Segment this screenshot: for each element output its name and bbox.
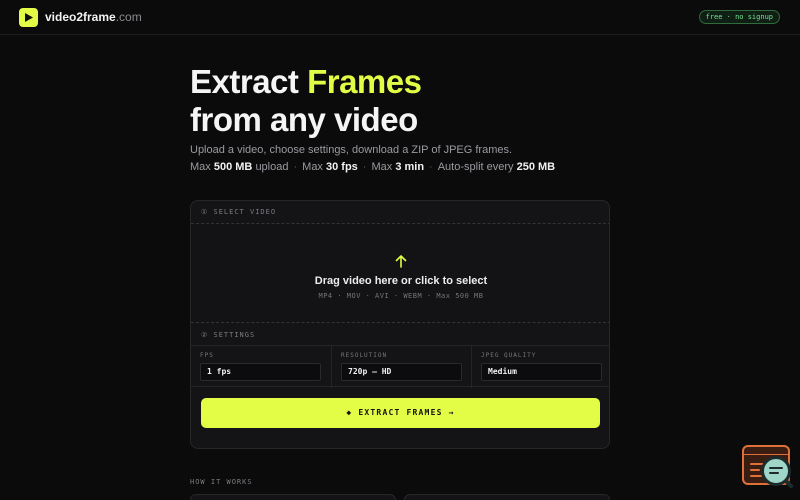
how-it-works-label: HOW IT WORKS xyxy=(190,478,253,486)
limit-item: Max 3 min xyxy=(371,161,425,173)
extract-frames-button[interactable]: ◆ EXTRACT FRAMES → xyxy=(201,398,600,428)
how-step-card xyxy=(190,494,396,500)
limit-item: Max 30 fps xyxy=(302,161,358,173)
title-line2: from any video xyxy=(190,101,418,138)
quality-setting: JPEG QUALITY Medium xyxy=(471,346,609,388)
limits-line: Max 500 MB upload · Max 30 fps · Max 3 min · A… xyxy=(190,161,556,173)
magnifier-handle xyxy=(784,479,794,489)
page-title: Extract Frames from any video xyxy=(190,63,422,139)
limit-item: Max 500 MB upload xyxy=(190,161,289,173)
fps-label: FPS xyxy=(200,352,214,359)
extract-card: ① SELECT VIDEO Drag video here or click … xyxy=(190,200,610,449)
dropzone-formats: MP4 · MOV · AVI · WEBM · Max 500 MB xyxy=(318,292,484,300)
settings-label: ② SETTINGS xyxy=(201,331,256,339)
video-dropzone[interactable]: Drag video here or click to select MP4 ·… xyxy=(191,223,609,323)
fps-select[interactable]: 1 fps xyxy=(200,363,321,381)
settings-row: FPS 1 fps RESOLUTION 720p — HD JPEG QUAL… xyxy=(191,345,609,388)
quality-label: JPEG QUALITY xyxy=(481,352,537,359)
how-step-card xyxy=(404,494,610,500)
dropzone-title: Drag video here or click to select xyxy=(314,275,488,287)
title-accent: Frames xyxy=(307,63,422,100)
resolution-setting: RESOLUTION 720p — HD xyxy=(331,346,471,388)
limit-item: Auto-split every 250 MB xyxy=(437,161,556,173)
play-icon[interactable] xyxy=(19,8,38,27)
subtitle: Upload a video, choose settings, downloa… xyxy=(190,144,513,156)
title-part1: Extract xyxy=(190,63,299,100)
free-badge: free · no signup xyxy=(698,10,780,24)
resolution-label: RESOLUTION xyxy=(341,352,388,359)
select-video-label: ① SELECT VIDEO xyxy=(201,208,277,216)
brand-name[interactable]: video2frame.com xyxy=(45,10,142,24)
brand-name-text: video2frame xyxy=(45,10,116,24)
fps-setting: FPS 1 fps xyxy=(191,346,331,388)
quality-select[interactable]: Medium xyxy=(481,363,602,381)
upload-arrow-icon xyxy=(395,254,407,273)
brand-domain: .com xyxy=(115,10,142,24)
resolution-select[interactable]: 720p — HD xyxy=(341,363,462,381)
top-bar: video2frame.com free · no signup xyxy=(0,0,800,35)
